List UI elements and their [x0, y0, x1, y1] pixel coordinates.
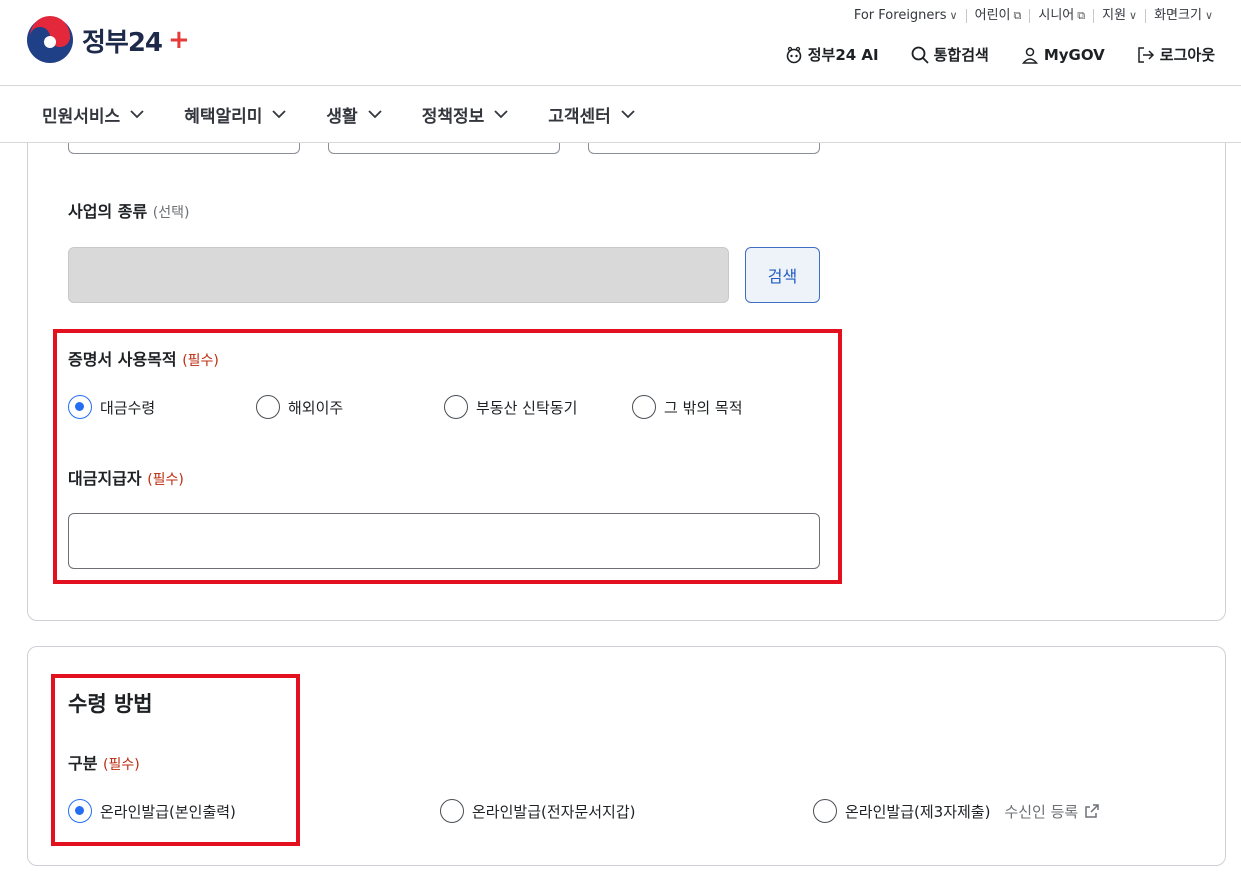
chevron-down-icon: [621, 110, 635, 119]
external-link-icon: ⧉: [1013, 9, 1022, 22]
address-input-3[interactable]: [588, 143, 820, 154]
gov24-ai-button[interactable]: 정부24 AI: [785, 44, 879, 65]
main-utility: 정부24 AI 통합검색 MyGOV 로그아웃: [785, 44, 1215, 65]
utility-links: For Foreigners ∨ 어린이 ⧉ 시니어 ⧉ 지원 ∨ 화면크기 ∨: [846, 9, 1221, 23]
ai-robot-icon: [786, 46, 802, 63]
util-link-senior[interactable]: 시니어 ⧉: [1029, 9, 1093, 23]
gnb-item-civil-service[interactable]: 민원서비스: [42, 102, 144, 127]
business-type-input: [68, 247, 729, 303]
integrated-search-button[interactable]: 통합검색: [911, 44, 989, 65]
gnb-item-life[interactable]: 생활: [326, 102, 382, 127]
gov24-logo[interactable]: 정부24 +: [26, 16, 190, 64]
logout-button[interactable]: 로그아웃: [1137, 44, 1215, 65]
chevron-down-icon: ∨: [949, 9, 958, 22]
gnb-item-policy[interactable]: 정책정보: [422, 102, 509, 127]
chevron-down-icon: [494, 110, 508, 119]
gnb-item-customer-center[interactable]: 고객센터: [548, 102, 635, 127]
business-type-search-button[interactable]: 검색: [745, 247, 820, 303]
receive-radio-third-party[interactable]: 온라인발급(제3자제출) 수신인 등록: [813, 799, 1100, 823]
recipient-register-link[interactable]: 수신인 등록: [1004, 801, 1100, 822]
logo-text: 정부24: [82, 27, 163, 58]
util-link-support[interactable]: 지원 ∨: [1093, 9, 1145, 23]
radio-unchecked[interactable]: [440, 799, 464, 823]
business-type-label: 사업의 종류 (선택): [68, 202, 190, 221]
search-icon: [911, 46, 929, 64]
logout-icon: [1138, 46, 1154, 63]
logo-plus: +: [168, 25, 190, 55]
util-link-foreigners[interactable]: For Foreigners ∨: [846, 9, 966, 23]
address-input-1[interactable]: [68, 143, 300, 154]
util-link-kids[interactable]: 어린이 ⧉: [965, 9, 1030, 23]
site-header: 정부24 + For Foreigners ∨ 어린이 ⧉ 시니어 ⧉ 지원 ∨…: [0, 0, 1241, 86]
chevron-down-icon: ∨: [1204, 9, 1213, 22]
external-link-icon: [1085, 804, 1099, 818]
util-link-screen-size[interactable]: 화면크기 ∨: [1145, 9, 1221, 23]
user-icon: [1021, 47, 1038, 64]
highlight-box-purpose: [53, 329, 842, 584]
receive-radio-e-wallet[interactable]: 온라인발급(전자문서지갑): [440, 799, 636, 823]
mygov-button[interactable]: MyGOV: [1021, 46, 1105, 64]
chevron-down-icon: [368, 110, 382, 119]
chevron-down-icon: [130, 110, 144, 119]
address-input-2[interactable]: [328, 143, 560, 154]
external-link-icon: ⧉: [1077, 9, 1086, 22]
highlight-box-receive: [51, 674, 300, 846]
radio-unchecked[interactable]: [813, 799, 837, 823]
page-content: 사업의 종류 (선택) 검색 증명서 사용목적 (필수) 대금수령 해외이주 부…: [0, 143, 1241, 875]
chevron-down-icon: [272, 110, 287, 119]
global-navigation: 민원서비스 혜택알리미 생활 정책정보 고객센터: [0, 86, 1241, 143]
gnb-item-benefits[interactable]: 혜택알리미: [184, 102, 287, 127]
taegeuk-icon: [27, 16, 73, 63]
chevron-down-icon: ∨: [1129, 9, 1138, 22]
